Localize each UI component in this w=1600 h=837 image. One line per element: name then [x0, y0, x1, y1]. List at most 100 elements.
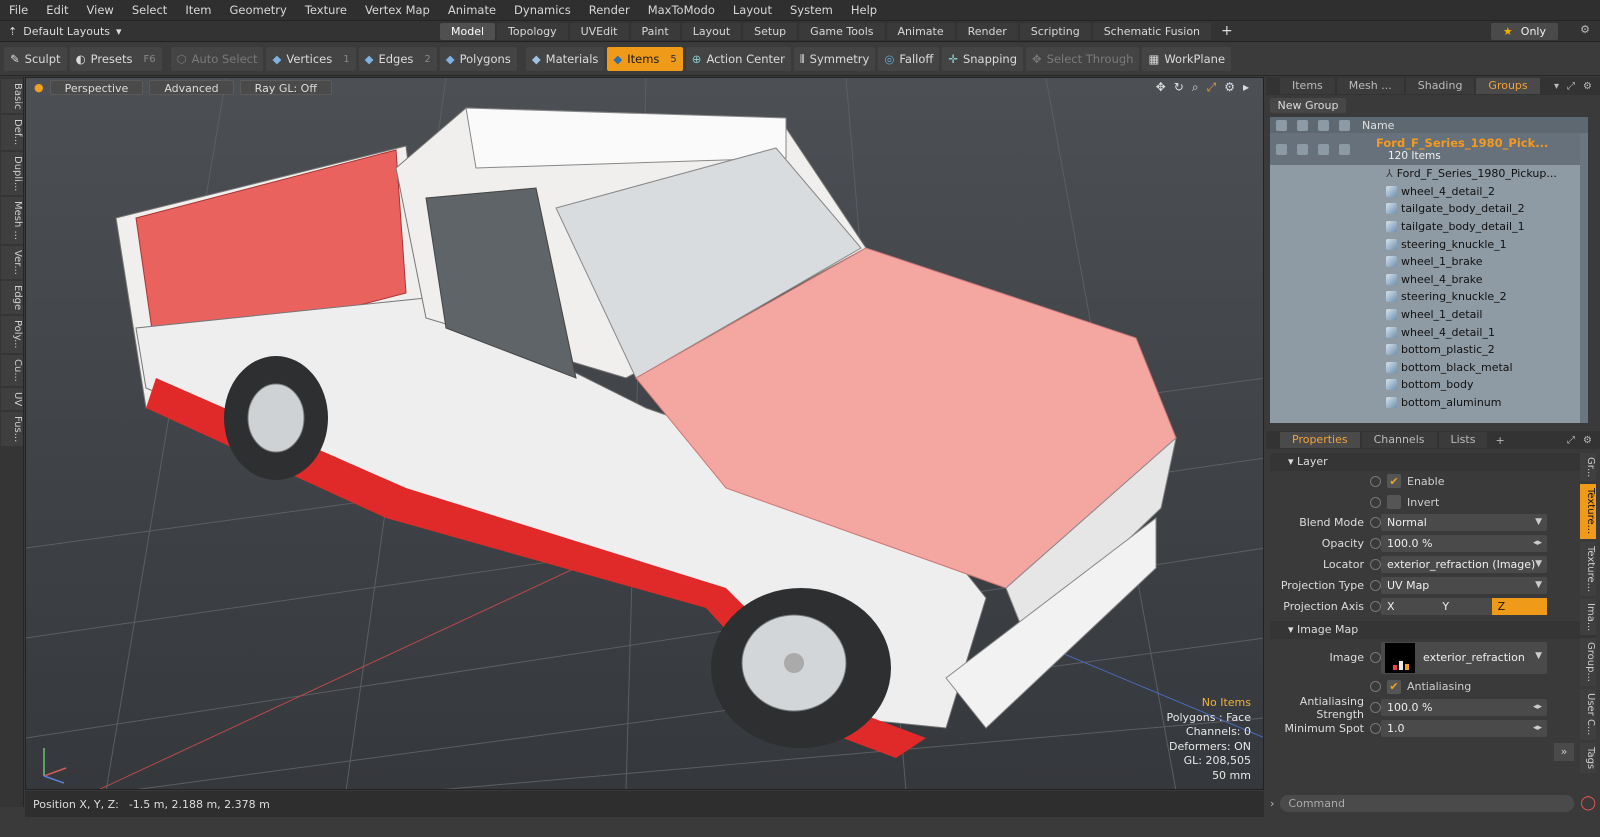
command-input[interactable]: Command — [1280, 794, 1575, 812]
tab-setup[interactable]: Setup — [743, 22, 798, 40]
tab-items[interactable]: Items — [1280, 78, 1335, 94]
expand-icon[interactable]: ⤢ — [1567, 81, 1575, 92]
tab-properties[interactable]: Properties — [1280, 432, 1360, 448]
tree-item-row[interactable]: wheel_4_brake — [1270, 271, 1588, 289]
name-column-header[interactable]: Name — [1362, 119, 1394, 132]
render-icon[interactable] — [1318, 143, 1329, 155]
tree-item-row[interactable]: wheel_4_detail_1 — [1270, 323, 1588, 341]
advanced-dropdown[interactable]: Advanced — [149, 79, 234, 95]
move-view-icon[interactable]: ✥ — [1156, 80, 1166, 95]
tab-shading[interactable]: Shading — [1405, 78, 1475, 94]
side-tab-image[interactable]: Ima... — [1580, 598, 1596, 636]
3d-viewport[interactable]: ● Perspective Advanced Ray GL: Off ✥ ↻ ⌕… — [25, 77, 1264, 790]
tree-item-row[interactable]: wheel_4_detail_2 — [1270, 183, 1588, 201]
side-tab-group-2[interactable]: Group... — [1580, 638, 1596, 687]
menu-geometry[interactable]: Geometry — [221, 0, 296, 21]
image-radio[interactable] — [1370, 652, 1381, 664]
min-spot-field[interactable]: 1.0 ◂▸ — [1381, 720, 1547, 738]
render-icon[interactable] — [1318, 119, 1329, 131]
panel-gear-icon[interactable]: ⚙ — [1583, 435, 1592, 446]
menu-maxtomodo[interactable]: MaxToModo — [639, 0, 724, 21]
panel-gear-icon[interactable]: ⚙ — [1583, 81, 1592, 92]
blend-mode-select[interactable]: Normal ▼ — [1381, 514, 1547, 532]
menu-vertex-map[interactable]: Vertex Map — [356, 0, 439, 21]
workplane-button[interactable]: ▦ WorkPlane — [1142, 47, 1232, 71]
left-tab-vertex[interactable]: Ver... — [1, 246, 23, 280]
tab-mesh[interactable]: Mesh ... — [1336, 78, 1404, 94]
aa-strength-field[interactable]: 100.0 % ◂▸ — [1381, 699, 1547, 717]
tab-uvedit[interactable]: UVEdit — [569, 22, 629, 40]
locator-select[interactable]: exterior_refraction (Image) (...▼ — [1381, 556, 1547, 588]
menu-layout[interactable]: Layout — [724, 0, 781, 21]
tree-item-row[interactable]: wheel_1_detail — [1270, 306, 1588, 324]
raygl-toggle[interactable]: Ray GL: Off — [239, 79, 332, 95]
lock-icon[interactable] — [1297, 119, 1308, 131]
opacity-radio[interactable] — [1370, 538, 1381, 550]
locator-radio[interactable] — [1370, 559, 1381, 571]
menu-item[interactable]: Item — [176, 0, 220, 21]
image-map-section-header[interactable]: ▾ Image Map — [1270, 620, 1596, 639]
opacity-field[interactable]: 100.0 % ◂▸ — [1381, 535, 1547, 553]
polygons-button[interactable]: ◆ Polygons — [439, 47, 517, 71]
expand-icon[interactable]: ⤢ — [1567, 435, 1575, 446]
more-arrow-button[interactable]: » — [1554, 743, 1574, 761]
left-tab-edge[interactable]: Edge — [1, 281, 23, 315]
invert-checkbox[interactable] — [1387, 495, 1401, 510]
tab-scripting[interactable]: Scripting — [1019, 22, 1091, 40]
min-spot-radio[interactable] — [1370, 723, 1381, 735]
tree-item-row[interactable]: wheel_1_brake — [1270, 253, 1588, 271]
tab-groups[interactable]: Groups — [1476, 78, 1540, 94]
tree-item-row[interactable]: bottom_body — [1270, 376, 1588, 394]
items-button[interactable]: ◆ Items 5 — [607, 47, 683, 71]
zoom-view-icon[interactable]: ⌕ — [1192, 80, 1199, 95]
side-tab-tags[interactable]: Tags — [1580, 742, 1596, 773]
tree-item-row[interactable]: bottom_black_metal — [1270, 359, 1588, 377]
only-button[interactable]: ★ Only — [1490, 23, 1558, 40]
viewport-menu-dot-icon[interactable]: ● — [34, 81, 44, 94]
tab-animate[interactable]: Animate — [886, 22, 955, 40]
menu-select[interactable]: Select — [123, 0, 176, 21]
edges-button[interactable]: ◆ Edges 2 — [358, 47, 437, 71]
left-tab-polygon[interactable]: Poly... — [1, 316, 23, 353]
axis-z-button[interactable]: Z — [1491, 597, 1547, 615]
aa-strength-radio[interactable] — [1370, 702, 1381, 714]
layer-section-header[interactable]: ▾ Layer — [1270, 453, 1596, 471]
left-tab-deform[interactable]: Def... — [1, 115, 23, 150]
axis-y-button[interactable]: Y — [1436, 598, 1491, 615]
projection-axis-radio[interactable] — [1370, 600, 1381, 612]
up-arrow-icon[interactable]: ⇡ — [8, 25, 17, 38]
snapping-button[interactable]: ✛ Snapping — [942, 47, 1023, 71]
add-prop-tab-icon[interactable]: + — [1489, 434, 1510, 447]
new-group-button[interactable]: New Group — [1270, 98, 1346, 113]
record-icon[interactable]: ◯ — [1580, 795, 1596, 811]
fit-view-icon[interactable]: ⤢ — [1207, 80, 1217, 95]
menu-view[interactable]: View — [78, 0, 123, 21]
left-tab-duplicate[interactable]: Dupli... — [1, 151, 23, 196]
layout-selector[interactable]: ⇡ Default Layouts ▾ — [0, 25, 440, 38]
view-mode-dropdown[interactable]: Perspective — [49, 79, 144, 95]
truck-model[interactable] — [115, 107, 1177, 758]
tab-game-tools[interactable]: Game Tools — [799, 22, 885, 40]
side-tab-group[interactable]: Gr... — [1580, 453, 1596, 482]
projection-type-select[interactable]: UV Map ▼ — [1381, 576, 1547, 594]
menu-texture[interactable]: Texture — [296, 0, 356, 21]
select-icon[interactable] — [1339, 119, 1350, 131]
tree-item-row[interactable]: steering_knuckle_2 — [1270, 288, 1588, 306]
tab-layout[interactable]: Layout — [681, 22, 742, 40]
vertices-button[interactable]: ◆ Vertices 1 — [266, 47, 356, 71]
select-icon[interactable] — [1339, 143, 1350, 155]
expand-arrow-icon[interactable]: ▸ — [1243, 80, 1249, 95]
stepper-icon[interactable]: ◂▸ — [1533, 699, 1542, 716]
antialiasing-radio[interactable] — [1370, 681, 1381, 693]
presets-button[interactable]: ◐ Presets F6 — [69, 47, 162, 71]
action-center-button[interactable]: ⊕ Action Center — [685, 47, 791, 71]
left-tab-curve[interactable]: Cu... — [1, 354, 23, 386]
left-tab-basic[interactable]: Basic — [1, 79, 23, 114]
eye-icon[interactable] — [1276, 143, 1287, 155]
tree-item-row[interactable]: bottom_plastic_2 — [1270, 341, 1588, 359]
menu-help[interactable]: Help — [842, 0, 886, 21]
tree-item-row[interactable]: steering_knuckle_1 — [1270, 235, 1588, 253]
add-tab-icon[interactable]: + — [1213, 23, 1241, 39]
tree-item-row[interactable]: bottom_aluminum — [1270, 394, 1588, 412]
menu-dynamics[interactable]: Dynamics — [505, 0, 580, 21]
